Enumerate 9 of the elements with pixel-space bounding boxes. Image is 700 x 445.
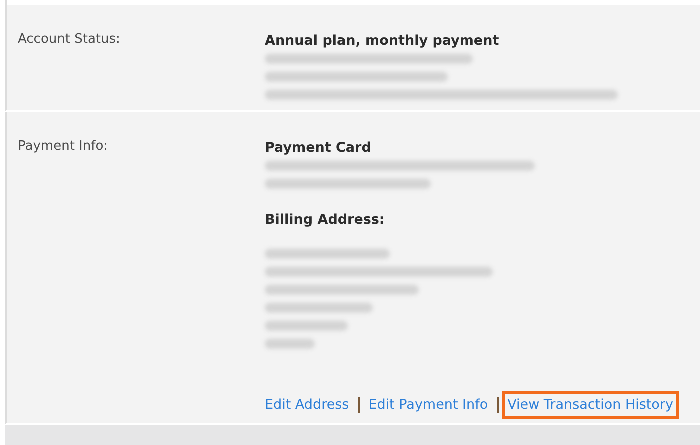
field-label: Payment Info: — [17, 138, 110, 154]
field-label: Account Status: — [17, 31, 122, 47]
link[interactable]: View Transaction History — [502, 391, 680, 419]
link[interactable]: Edit Address — [265, 391, 356, 419]
section-heading: Payment Card — [265, 139, 372, 157]
link[interactable]: Edit Payment Info — [362, 391, 494, 419]
section-heading: Annual plan, monthly payment — [265, 32, 500, 50]
section-heading: Billing Address: — [265, 211, 386, 229]
blurred-line — [265, 339, 315, 349]
